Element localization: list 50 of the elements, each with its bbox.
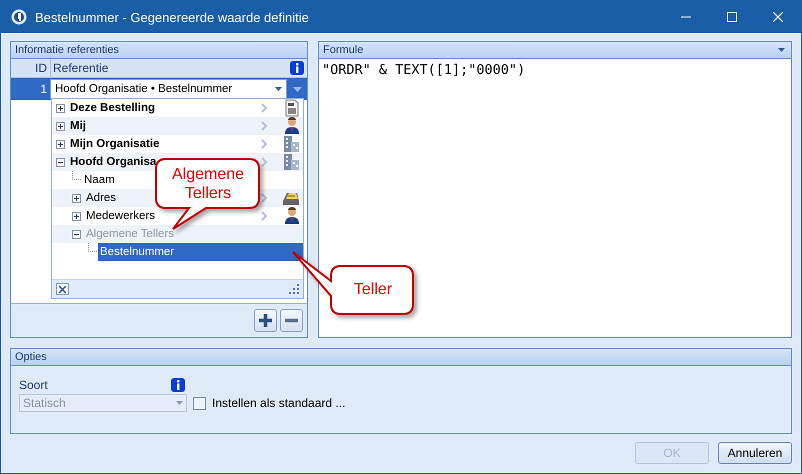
panel-header: Informatie referenties bbox=[11, 42, 307, 59]
expand-icon[interactable] bbox=[72, 212, 81, 220]
dropdown-arrow-icon[interactable] bbox=[292, 86, 302, 92]
remove-button[interactable] bbox=[280, 309, 303, 332]
info-icon[interactable] bbox=[290, 61, 304, 75]
expand-icon[interactable] bbox=[56, 104, 65, 112]
panel-title: Formule bbox=[323, 44, 364, 56]
info-icon[interactable] bbox=[171, 378, 185, 392]
resize-grip-icon[interactable] bbox=[289, 284, 299, 294]
building-icon bbox=[282, 153, 300, 171]
window-title: Bestelnummer - Gegenereerde waarde definitie bbox=[35, 10, 310, 24]
add-button[interactable] bbox=[254, 309, 277, 332]
tree-connector-line bbox=[72, 171, 81, 180]
dropdown-arrow-icon bbox=[176, 401, 183, 405]
person-icon bbox=[284, 117, 300, 135]
reference-dropdown[interactable]: Hoofd Organisatie • Bestelnummer bbox=[50, 79, 287, 99]
cancel-button[interactable]: Annuleren bbox=[718, 442, 792, 464]
grid-row[interactable]: 1 Hoofd Organisatie • Bestelnummer bbox=[11, 78, 307, 100]
callout-text: Teller bbox=[352, 280, 394, 299]
callout-text: Algemene Tellers bbox=[170, 165, 246, 203]
tree-connector-line bbox=[88, 243, 97, 252]
column-header: ID bbox=[11, 59, 51, 77]
clear-button[interactable] bbox=[56, 283, 69, 295]
collapse-arrow-icon[interactable] bbox=[778, 48, 785, 52]
checkbox-label: Instellen als standaard ... bbox=[212, 396, 346, 410]
checkbox[interactable] bbox=[193, 396, 206, 410]
dropdown-arrow-icon bbox=[275, 87, 282, 91]
building-icon bbox=[282, 135, 300, 153]
column-header: Referentie bbox=[52, 60, 110, 77]
expand-icon[interactable] bbox=[72, 194, 81, 202]
tree-item[interactable]: Deze Bestelling bbox=[68, 99, 157, 117]
panel-header: Opties bbox=[11, 349, 791, 366]
dropdown-value: Statisch bbox=[23, 396, 66, 410]
tree-item[interactable]: Medewerkers bbox=[84, 207, 158, 225]
plus-icon[interactable] bbox=[258, 313, 273, 328]
close-icon[interactable] bbox=[59, 286, 66, 292]
formula-text[interactable]: "ORDR" & TEXT([1];"0000") bbox=[319, 59, 791, 81]
tree-item[interactable]: Naam bbox=[82, 171, 117, 189]
app-logo-icon bbox=[11, 9, 27, 25]
collapse-icon[interactable] bbox=[56, 158, 65, 166]
tree-item[interactable]: Adres bbox=[84, 189, 118, 207]
maximize-icon[interactable] bbox=[727, 12, 737, 22]
reference-value: Hoofd Organisatie • Bestelnummer bbox=[55, 83, 232, 95]
expand-icon[interactable] bbox=[56, 140, 65, 148]
field-label: Soort bbox=[19, 378, 48, 392]
person-icon bbox=[284, 207, 300, 225]
tree-item[interactable]: Mijn Organisatie bbox=[68, 135, 162, 153]
table-cell-text: 1 bbox=[39, 81, 48, 98]
tree-item[interactable]: Mij bbox=[68, 117, 88, 135]
expand-icon[interactable] bbox=[56, 122, 65, 130]
